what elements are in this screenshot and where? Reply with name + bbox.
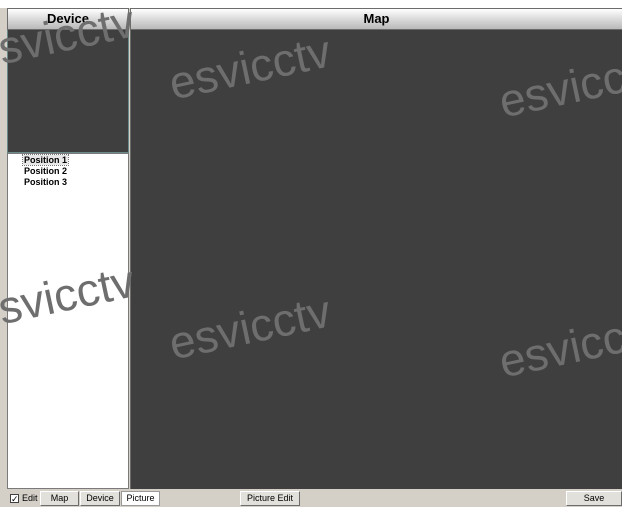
list-item-label: Position 1 bbox=[21, 154, 70, 166]
list-item[interactable]: Position 1 bbox=[21, 154, 128, 166]
save-button[interactable]: Save bbox=[566, 491, 622, 506]
edit-label: Edit bbox=[22, 493, 38, 503]
list-item[interactable]: Position 3 bbox=[23, 177, 128, 188]
device-panel-header: Device bbox=[7, 8, 129, 30]
device-preview-pane bbox=[7, 30, 129, 153]
picture-edit-button[interactable]: Picture Edit bbox=[240, 491, 300, 506]
map-canvas[interactable] bbox=[130, 30, 622, 489]
tab-map[interactable]: Map bbox=[40, 491, 79, 506]
tab-picture[interactable]: Picture bbox=[121, 491, 160, 506]
device-list[interactable]: Position 1 Position 2 Position 3 bbox=[7, 153, 129, 489]
list-item[interactable]: Position 2 bbox=[23, 166, 128, 177]
edit-checkbox[interactable]: ✓ bbox=[10, 494, 19, 504]
list-item-label: Position 2 bbox=[24, 166, 68, 176]
top-strip bbox=[0, 0, 622, 8]
list-item-label: Position 3 bbox=[24, 177, 68, 187]
tab-device[interactable]: Device bbox=[80, 491, 120, 506]
map-panel-header: Map bbox=[130, 8, 622, 30]
